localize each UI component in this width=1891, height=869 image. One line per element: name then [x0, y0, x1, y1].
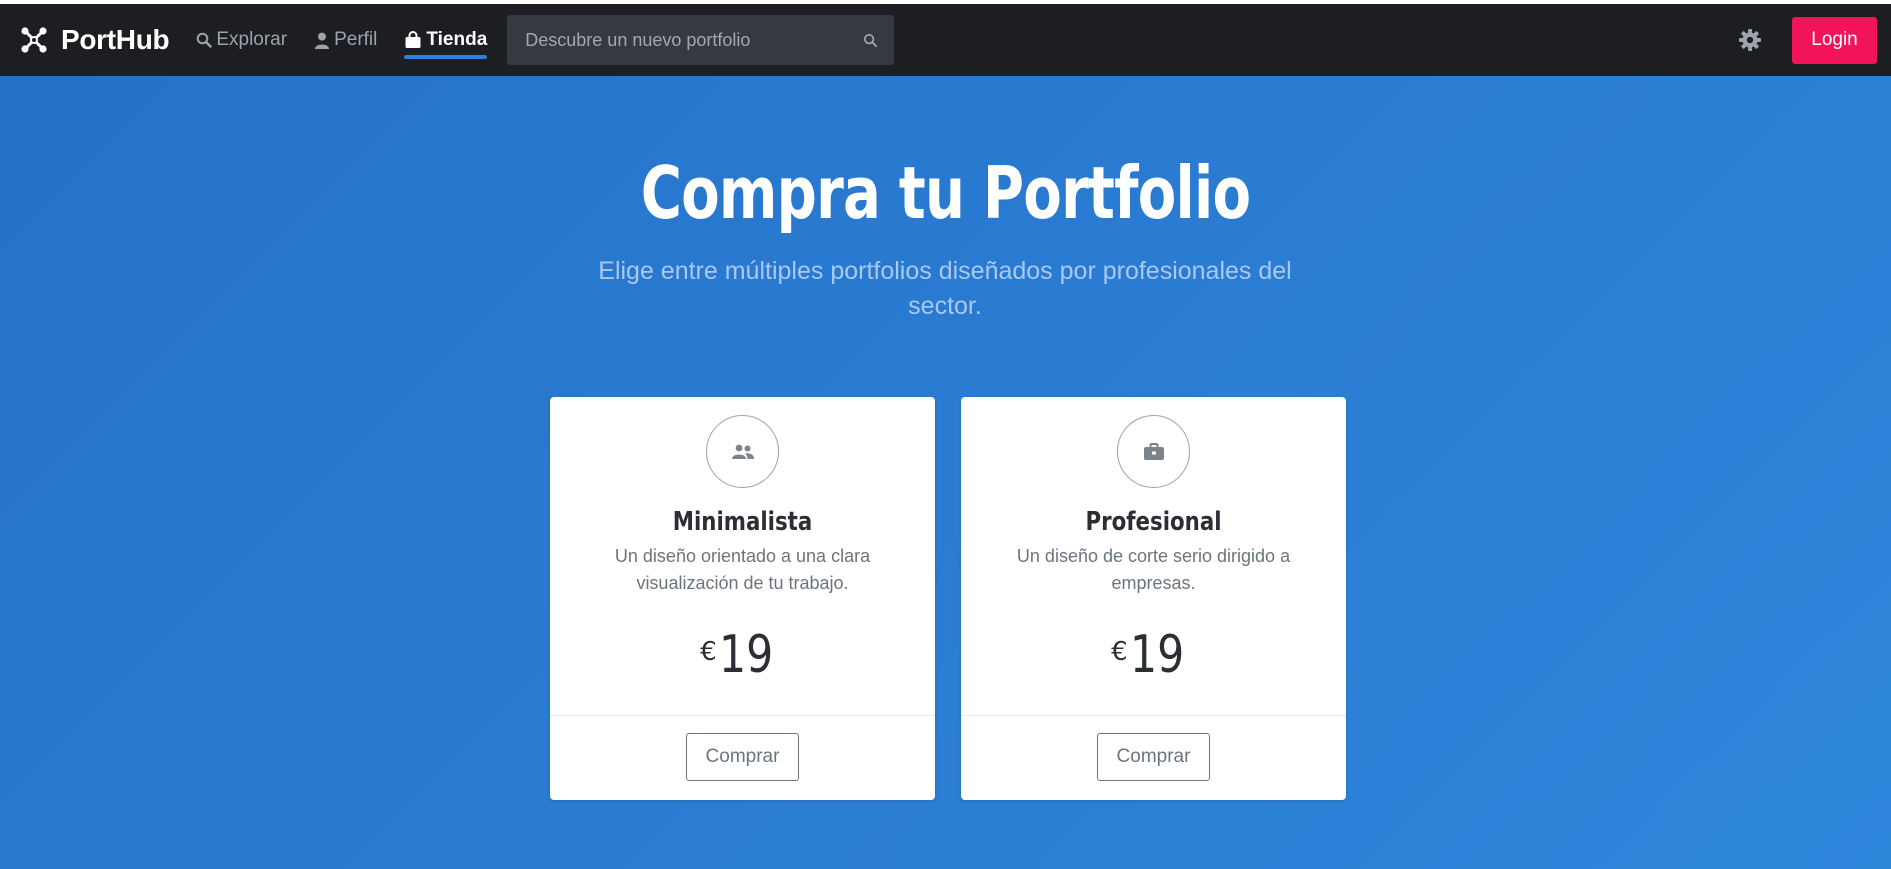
plan-name: Minimalista: [672, 507, 813, 537]
plan-name: Profesional: [1085, 507, 1222, 537]
top-navbar: PortHub Explorar Perfil Tienda Descubre …: [0, 4, 1891, 76]
nav-item-label: Perfil: [334, 29, 378, 50]
search-input[interactable]: [523, 28, 864, 52]
store-page: PortHub Explorar Perfil Tienda Descubre …: [0, 0, 1891, 869]
nav-item-label: Explorar: [216, 29, 288, 50]
price-currency: €: [700, 637, 717, 667]
page-subtitle: Elige entre múltiples portfolios diseñad…: [598, 257, 1292, 320]
nav-item-tienda[interactable]: Tienda: [404, 4, 487, 76]
briefcase-icon: [1117, 415, 1190, 488]
plan-price: €19: [550, 625, 935, 685]
nav-item-label: Tienda: [426, 29, 488, 50]
card-divider: [961, 715, 1346, 716]
search-bar: [507, 15, 895, 65]
plan-description: Un diseño orientado a una clara visualiz…: [614, 546, 871, 593]
plan-description: Un diseño de corte serio dirigido a empr…: [1016, 546, 1291, 593]
brand-name: PortHub: [61, 24, 170, 55]
card-divider: [550, 715, 935, 716]
hero-section: Compra tu Portfolio Elige entre múltiple…: [0, 76, 1891, 869]
page-title: Compra tu Portfolio: [640, 151, 1251, 235]
gear-icon[interactable]: [1738, 28, 1762, 52]
nav-item-explorar[interactable]: Explorar: [196, 4, 287, 76]
users-icon: [706, 415, 779, 488]
plan-card-minimalista: Minimalista Un diseño orientado a una cl…: [550, 397, 935, 800]
price-amount: 19: [718, 625, 773, 685]
buy-button[interactable]: Comprar: [686, 733, 799, 781]
login-button[interactable]: Login: [1792, 16, 1877, 64]
buy-button[interactable]: Comprar: [1097, 733, 1210, 781]
search-icon[interactable]: [863, 33, 878, 48]
user-icon: [314, 32, 330, 49]
price-amount: 19: [1129, 625, 1184, 685]
brand-link[interactable]: PortHub: [19, 24, 170, 56]
search-icon: [196, 32, 213, 48]
price-currency: €: [1111, 637, 1128, 667]
shopping-bag-icon: [404, 31, 422, 49]
plan-price: €19: [961, 625, 1346, 685]
porthub-logo-icon: [19, 25, 49, 55]
nav-item-perfil[interactable]: Perfil: [314, 4, 377, 76]
plan-card-profesional: Profesional Un diseño de corte serio dir…: [961, 397, 1346, 800]
